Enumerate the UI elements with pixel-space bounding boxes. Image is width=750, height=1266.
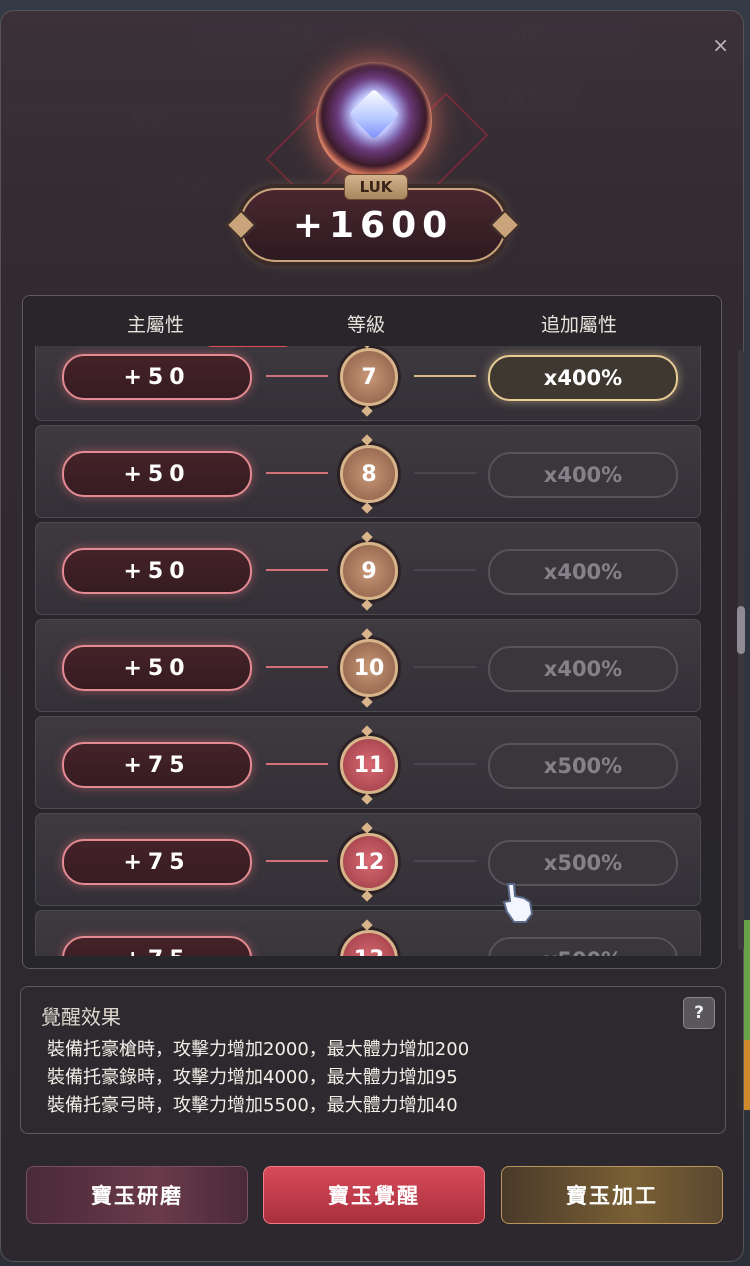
column-level: 等級	[347, 314, 386, 336]
connector-line	[266, 860, 328, 862]
jade-process-button[interactable]: 寶玉加工	[501, 1166, 723, 1224]
effect-line: 裝備托豪弓時，攻擊力增加5500，最大體力增加40	[47, 1095, 458, 1116]
level-badge: 13	[340, 930, 398, 956]
effect-line: 裝備托豪錄時，攻擊力增加4000，最大體力增加95	[47, 1067, 458, 1088]
bonus-attr-value: x500%	[488, 743, 678, 789]
jade-polish-button[interactable]: 寶玉研磨	[26, 1166, 248, 1224]
connector-line	[266, 666, 328, 668]
connector-line	[414, 375, 476, 377]
connector-line	[266, 569, 328, 571]
scrollbar-thumb[interactable]	[737, 606, 745, 654]
effect-title: 覺醒效果	[41, 1005, 121, 1029]
jade-awaken-button[interactable]: 寶玉覺醒	[263, 1166, 485, 1224]
connector-line	[266, 375, 328, 377]
main-attr-value: +75	[62, 839, 252, 885]
level-row: +50 8 x400%	[35, 425, 701, 518]
stat-name-label: LUK	[344, 174, 408, 200]
level-badge: 7	[340, 348, 398, 406]
jade-orb-icon	[316, 62, 432, 178]
bonus-attr-value: x400%	[488, 646, 678, 692]
main-attr-value: +75	[62, 936, 252, 956]
level-badge: 9	[340, 542, 398, 600]
connector-line	[414, 472, 476, 474]
connector-line	[266, 763, 328, 765]
level-row: +75 11 x500%	[35, 716, 701, 809]
effect-line: 裝備托豪槍時，攻擊力增加2000，最大體力增加200	[47, 1039, 470, 1060]
level-badge: 11	[340, 736, 398, 794]
bonus-attr-value: x400%	[488, 452, 678, 498]
level-badge: 8	[340, 445, 398, 503]
bonus-attr-value: x400%	[488, 549, 678, 595]
main-attr-value: +50	[62, 451, 252, 497]
stat-total-value: +1600	[292, 204, 454, 246]
list-header: 主屬性 等級 追加屬性	[23, 296, 721, 346]
connector-line	[414, 569, 476, 571]
level-list-panel: 主屬性 等級 追加屬性 +50 7 x400% +150 +50 8 x400% +50 9 x4…	[22, 295, 722, 969]
connector-line	[414, 860, 476, 862]
connector-line	[414, 763, 476, 765]
level-badge: 10	[340, 639, 398, 697]
hand-cursor-icon	[502, 883, 534, 923]
level-badge: 12	[340, 833, 398, 891]
main-attr-value: +75	[62, 742, 252, 788]
close-button[interactable]: ×	[712, 33, 729, 57]
gem-icon	[348, 88, 400, 140]
column-bonus-attr: 追加屬性	[541, 314, 618, 336]
column-main-attr: 主屬性	[127, 314, 185, 336]
level-list[interactable]: +50 7 x400% +150 +50 8 x400% +50 9 x400% +50 10 x400…	[23, 346, 721, 956]
level-row: +75 12 x500%	[35, 813, 701, 906]
awaken-effect-box: 覺醒效果 ? 裝備托豪槍時，攻擊力增加2000，最大體力增加200 裝備托豪錄時…	[20, 986, 726, 1134]
level-row: +50 9 x400%	[35, 522, 701, 615]
main-attr-value: +50	[62, 548, 252, 594]
bonus-badge: +150	[202, 346, 294, 347]
level-row: +50 10 x400%	[35, 619, 701, 712]
connector-line	[266, 472, 328, 474]
help-button[interactable]: ?	[683, 997, 715, 1029]
level-row: +75 13 x500%	[35, 910, 701, 956]
connector-line	[414, 666, 476, 668]
bonus-attr-value: x400%	[488, 355, 678, 401]
bonus-attr-value: x500%	[488, 937, 678, 956]
level-row: +50 7 x400% +150	[35, 346, 701, 421]
bonus-attr-value: x500%	[488, 840, 678, 886]
main-attr-value: +50	[62, 645, 252, 691]
main-attr-value: +50	[62, 354, 252, 400]
